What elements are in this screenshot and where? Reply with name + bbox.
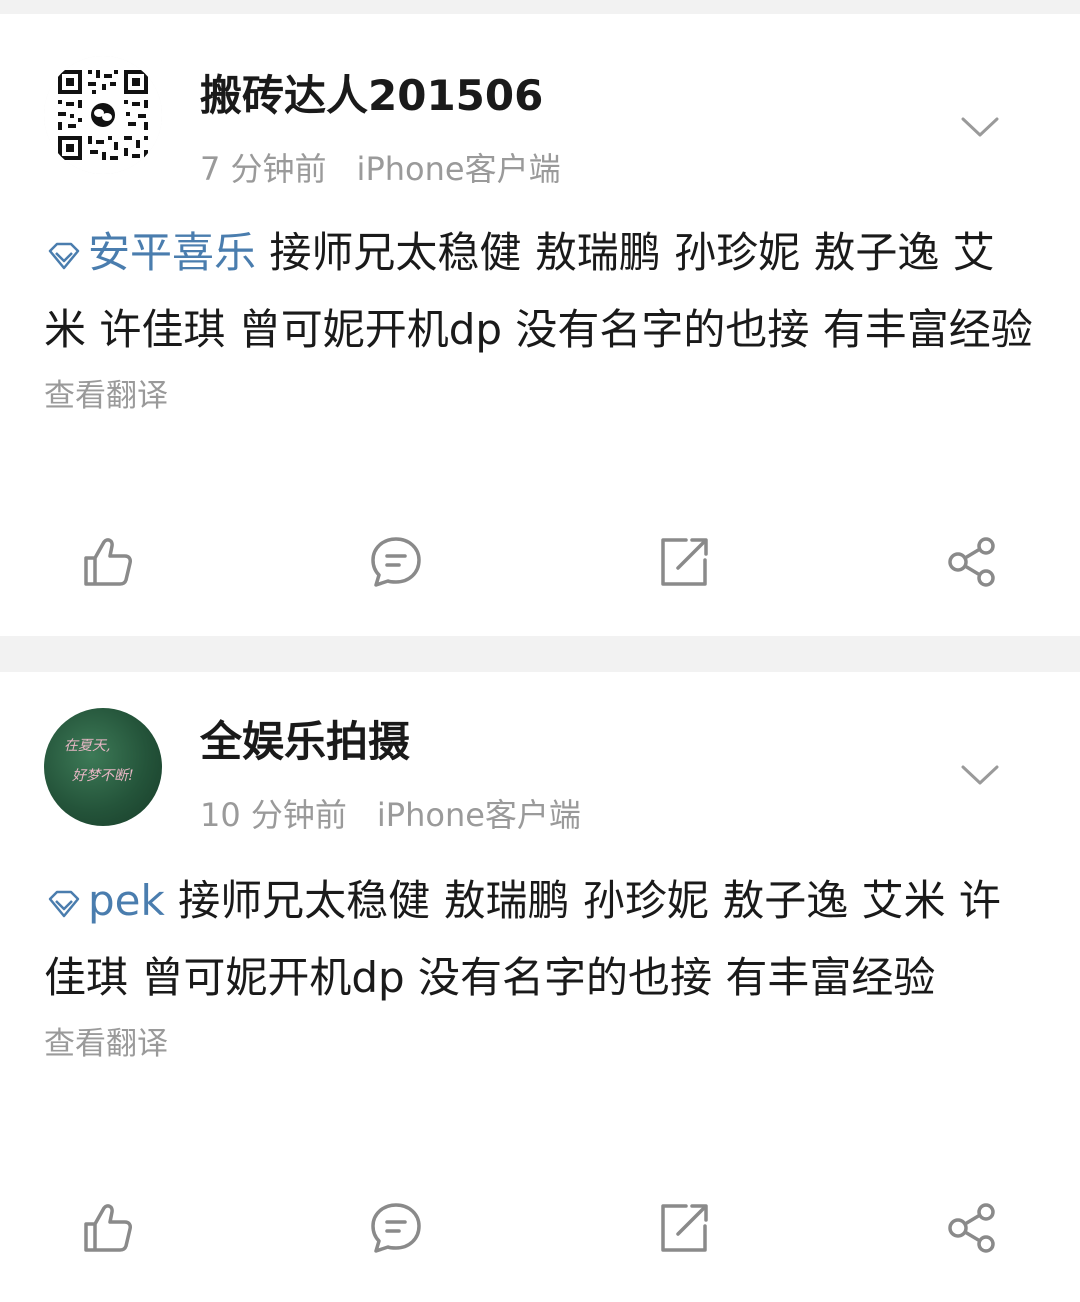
post-card[interactable]: 搬砖达人201506 7 分钟前 iPhone客户端 安平喜乐 接师兄太稳健 敖瑞… <box>0 14 1080 636</box>
comment-button[interactable] <box>366 1198 426 1258</box>
share-icon <box>948 1203 995 1253</box>
topic-label: pek <box>88 876 165 925</box>
comment-icon <box>371 1203 421 1253</box>
topic-link[interactable]: pek <box>44 876 165 925</box>
username[interactable]: 搬砖达人201506 <box>200 62 543 123</box>
username[interactable]: 全娱乐拍摄 <box>200 708 410 769</box>
post-body: 接师兄太稳健 敖瑞鹏 孙珍妮 敖子逸 艾米 许佳琪 曾可妮开机dp 没有名字的也… <box>44 876 1001 1002</box>
topic-link[interactable]: 安平喜乐 <box>44 228 256 277</box>
chevron-down-icon[interactable] <box>960 760 1000 790</box>
post-meta: 7 分钟前 iPhone客户端 <box>200 144 561 190</box>
like-button[interactable] <box>78 532 138 592</box>
share-icon <box>948 537 995 587</box>
thumbs-up-icon <box>84 538 132 586</box>
post-header: 在夏天, 好梦不断! 全娱乐拍摄 10 分钟前 iPhone客户端 <box>0 672 1080 834</box>
comment-button[interactable] <box>366 532 426 592</box>
post-meta: 10 分钟前 iPhone客户端 <box>200 790 581 836</box>
post-time: 10 分钟前 <box>200 796 347 834</box>
post-content: 安平喜乐 接师兄太稳健 敖瑞鹏 孙珍妮 敖子逸 艾米 许佳琪 曾可妮开机dp 没… <box>44 186 1036 368</box>
repost-button[interactable] <box>654 1198 714 1258</box>
post-source: iPhone客户端 <box>356 150 561 188</box>
avatar-image: 在夏天, 好梦不断! <box>64 738 134 784</box>
action-bar <box>0 1198 1080 1258</box>
post-header: 搬砖达人201506 7 分钟前 iPhone客户端 <box>0 14 1080 188</box>
avatar-text-line2: 好梦不断! <box>72 768 134 784</box>
share-button[interactable] <box>942 532 1002 592</box>
post-source: iPhone客户端 <box>376 796 581 834</box>
diamond-icon <box>48 242 80 270</box>
comment-icon <box>371 537 421 587</box>
translate-link[interactable]: 查看翻译 <box>44 1024 1036 1064</box>
repost-icon <box>661 538 708 586</box>
post-card[interactable]: 在夏天, 好梦不断! 全娱乐拍摄 10 分钟前 iPhone客户端 pek 接师兄… <box>0 672 1080 1302</box>
post-time: 7 分钟前 <box>200 150 327 188</box>
like-button[interactable] <box>78 1198 138 1258</box>
avatar[interactable]: 在夏天, 好梦不断! <box>44 708 162 826</box>
avatar-text-line1: 在夏天, <box>64 738 110 754</box>
topic-label: 安平喜乐 <box>88 228 257 277</box>
action-bar <box>0 532 1080 592</box>
post-content: pek 接师兄太稳健 敖瑞鹏 孙珍妮 敖子逸 艾米 许佳琪 曾可妮开机dp 没有… <box>44 832 1036 1016</box>
translate-link[interactable]: 查看翻译 <box>44 376 1036 416</box>
thumbs-up-icon <box>84 1204 132 1252</box>
diamond-icon <box>48 890 80 918</box>
share-button[interactable] <box>942 1198 1002 1258</box>
avatar[interactable] <box>44 56 162 174</box>
chevron-down-icon[interactable] <box>960 112 1000 142</box>
qr-code-image <box>44 56 162 174</box>
repost-icon <box>661 1204 708 1252</box>
repost-button[interactable] <box>654 532 714 592</box>
